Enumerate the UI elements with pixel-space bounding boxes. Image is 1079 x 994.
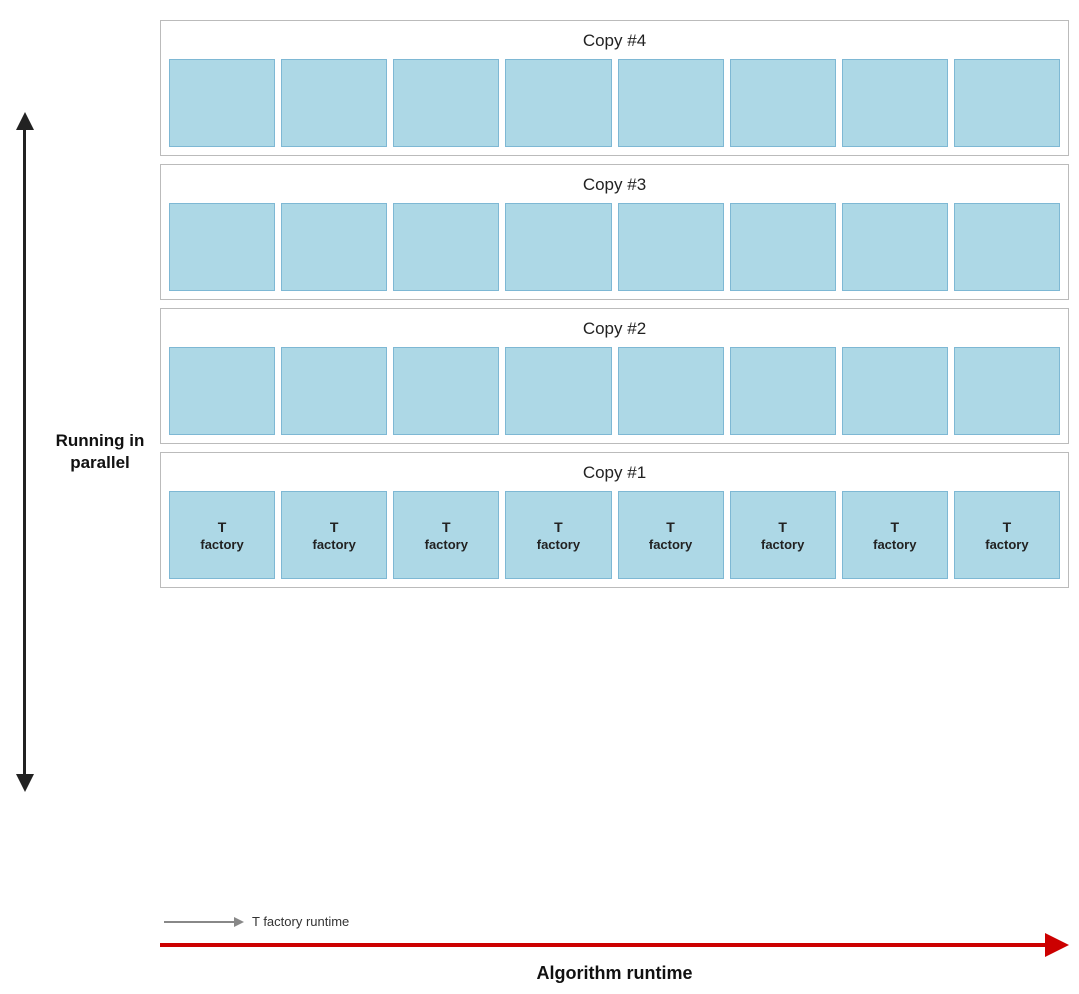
diagram-container: Running inparallel Copy #4	[0, 10, 1079, 994]
copy4-row	[169, 59, 1060, 147]
factory-box	[281, 59, 387, 147]
t-label: T	[554, 519, 563, 535]
algo-runtime-label: Algorithm runtime	[160, 963, 1069, 984]
copy3-title: Copy #3	[169, 171, 1060, 197]
t-label: T	[218, 519, 227, 535]
copies-area: Copy #4 Copy #3	[160, 10, 1069, 910]
f-label: factory	[873, 537, 916, 552]
f-label: factory	[985, 537, 1028, 552]
factory-box	[169, 59, 275, 147]
factory-box-labeled: T factory	[618, 491, 724, 579]
copy1-row: T factory T factory T factory T factory	[169, 491, 1060, 579]
factory-box-labeled: T factory	[393, 491, 499, 579]
factory-box	[954, 203, 1060, 291]
factory-box-labeled: T factory	[842, 491, 948, 579]
factory-box	[393, 203, 499, 291]
copy-group-3: Copy #3	[160, 164, 1069, 300]
copy1-title: Copy #1	[169, 459, 1060, 485]
copy3-row	[169, 203, 1060, 291]
t-label: T	[1003, 519, 1012, 535]
factory-box	[730, 59, 836, 147]
copy4-title: Copy #4	[169, 27, 1060, 53]
right-content: Copy #4 Copy #3	[160, 10, 1079, 994]
factory-box	[281, 347, 387, 435]
f-label: factory	[649, 537, 692, 552]
factory-box-labeled: T factory	[730, 491, 836, 579]
arrow-up-icon	[16, 112, 34, 130]
parallel-label: Running inparallel	[56, 430, 145, 474]
factory-box	[393, 59, 499, 147]
t-runtime-arrow	[164, 917, 244, 927]
f-label: factory	[313, 537, 356, 552]
bottom-area: T factory runtime Algorithm runtime	[160, 910, 1069, 994]
factory-box	[281, 203, 387, 291]
f-label: factory	[425, 537, 468, 552]
f-label: factory	[761, 537, 804, 552]
factory-box	[618, 347, 724, 435]
arrow-down-icon	[16, 774, 34, 792]
factory-box	[954, 347, 1060, 435]
copy-group-4: Copy #4	[160, 20, 1069, 156]
factory-box	[954, 59, 1060, 147]
factory-box	[169, 347, 275, 435]
t-arrow-line	[164, 921, 234, 923]
factory-box	[730, 203, 836, 291]
factory-box	[618, 203, 724, 291]
arrow-line	[23, 130, 26, 774]
factory-box	[505, 347, 611, 435]
factory-box-labeled: T factory	[505, 491, 611, 579]
t-label: T	[330, 519, 339, 535]
left-axis: Running inparallel	[0, 10, 160, 994]
copy-group-1: Copy #1 T factory T factory T factory	[160, 452, 1069, 588]
algo-arrowhead-icon	[1045, 933, 1069, 957]
factory-box	[618, 59, 724, 147]
factory-box	[730, 347, 836, 435]
t-runtime-label: T factory runtime	[252, 914, 349, 929]
axis-and-label: Running inparallel	[16, 112, 145, 792]
factory-box	[393, 347, 499, 435]
algo-runtime-row	[160, 933, 1069, 957]
copy-group-2: Copy #2	[160, 308, 1069, 444]
factory-box	[842, 203, 948, 291]
algo-arrow-line	[160, 943, 1045, 947]
f-label: factory	[537, 537, 580, 552]
t-arrowhead-icon	[234, 917, 244, 927]
factory-box	[505, 203, 611, 291]
t-label: T	[666, 519, 675, 535]
factory-box-labeled: T factory	[169, 491, 275, 579]
factory-box	[842, 347, 948, 435]
factory-box	[842, 59, 948, 147]
t-runtime-row: T factory runtime	[160, 914, 1069, 929]
t-label: T	[442, 519, 451, 535]
t-label: T	[891, 519, 900, 535]
copy2-title: Copy #2	[169, 315, 1060, 341]
copy2-row	[169, 347, 1060, 435]
factory-box	[505, 59, 611, 147]
f-label: factory	[200, 537, 243, 552]
t-label: T	[778, 519, 787, 535]
vertical-arrow	[16, 112, 34, 792]
factory-box-labeled: T factory	[281, 491, 387, 579]
factory-box-labeled: T factory	[954, 491, 1060, 579]
factory-box	[169, 203, 275, 291]
